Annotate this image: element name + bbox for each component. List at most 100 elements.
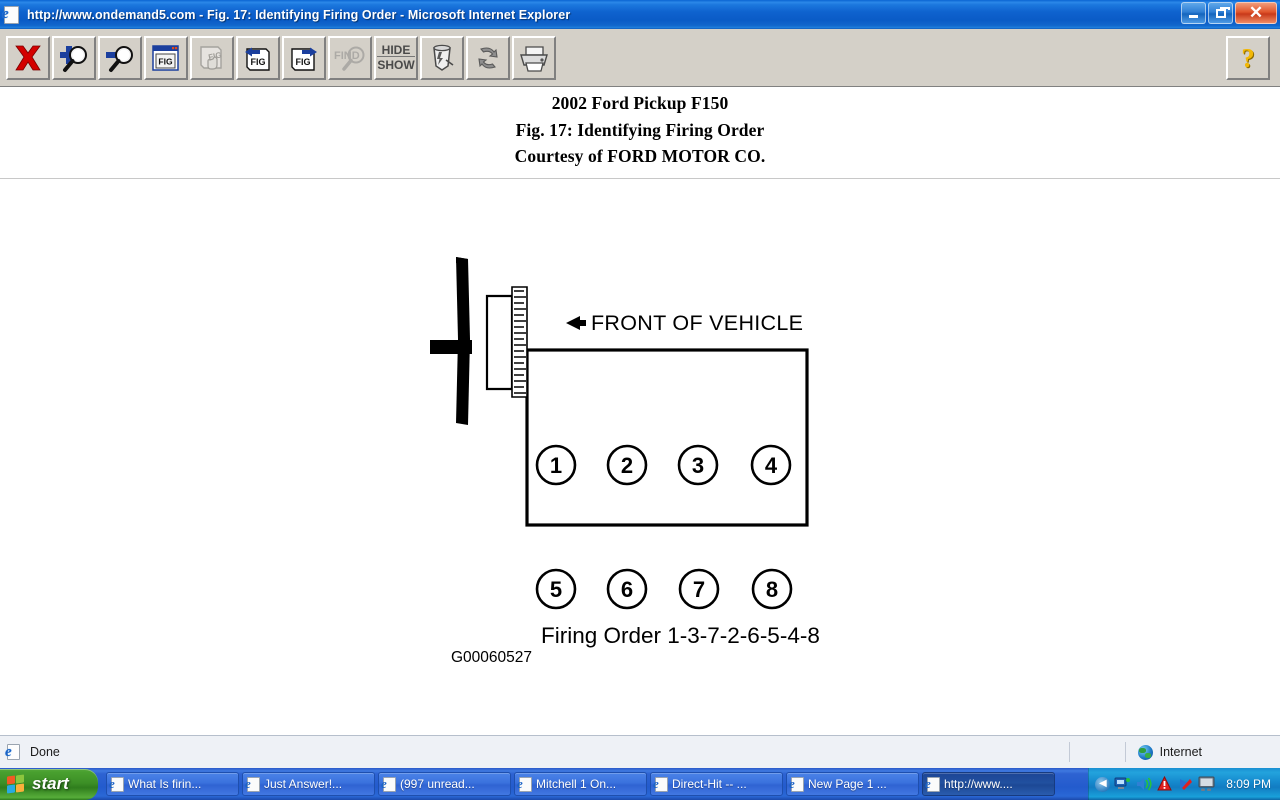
fig-next-button[interactable]: FIG (282, 35, 326, 80)
windows-flag-icon (7, 774, 26, 793)
ie-document-icon (517, 776, 532, 792)
restore-button[interactable] (1208, 2, 1233, 24)
find-magnifier-icon: FIND (334, 46, 365, 71)
figure-header: 2002 Ford Pickup F150 Fig. 17: Identifyi… (0, 87, 1280, 170)
vehicle-title: 2002 Ford Pickup F150 (551, 93, 729, 113)
red-x-icon (15, 45, 41, 70)
close-button[interactable]: ✕ (1235, 2, 1277, 24)
ie-document-icon (245, 776, 260, 792)
pulley-housing (485, 294, 514, 390)
taskbar-button[interactable]: (997 unread... (378, 772, 511, 796)
cylinder-number: 2 (621, 453, 633, 478)
restore-icon (1215, 6, 1230, 18)
fig-window-icon: FIG (152, 44, 179, 71)
show-label: SHOW (377, 58, 415, 72)
svg-text:FIG: FIG (251, 57, 266, 67)
taskbar: start What Is firin... Just Answer!... (99… (0, 768, 1280, 800)
internet-explorer-window: http://www.ondemand5.com - Fig. 17: Iden… (0, 0, 1280, 800)
security-zone-text: Internet (1159, 745, 1202, 759)
taskbar-button-label: Just Answer!... (264, 777, 343, 791)
status-zone-cell[interactable]: Internet (1068, 736, 1280, 768)
taskbar-button-label: Direct-Hit -- ... (672, 777, 747, 791)
messenger-icon (1180, 779, 1193, 790)
question-mark-icon: ? (1241, 43, 1255, 73)
ie-document-icon (653, 776, 668, 792)
window-controls: ✕ (1181, 2, 1277, 24)
taskbar-button[interactable]: New Page 1 ... (786, 772, 919, 796)
taskbar-button[interactable]: What Is firin... (106, 772, 239, 796)
ie-document-icon (109, 776, 124, 792)
front-of-vehicle-label: FRONT OF VEHICLE (591, 311, 803, 335)
ie-document-icon (2, 5, 22, 24)
close-x-button[interactable] (6, 35, 50, 80)
figure-title: Fig. 17: Identifying Firing Order (515, 119, 765, 140)
taskbar-button[interactable]: Mitchell 1 On... (514, 772, 647, 796)
globe-icon (1137, 744, 1153, 760)
chevron-left-icon[interactable]: ◀ (1095, 776, 1111, 792)
fig-window-button[interactable]: FIG (144, 35, 188, 80)
fig-back-arrow-icon: FIG (245, 47, 270, 71)
paint-bucket-icon (433, 44, 454, 71)
paint-bucket-button[interactable] (420, 35, 464, 80)
svg-text:FIG: FIG (296, 57, 311, 67)
taskbar-button-label: What Is firin... (128, 777, 202, 791)
refresh-button[interactable] (466, 35, 510, 80)
magnifier-plus-icon (60, 45, 87, 72)
document-viewport: 2002 Ford Pickup F150 Fig. 17: Identifyi… (0, 87, 1280, 735)
ie-document-icon (789, 776, 804, 792)
network-monitor-icon (1114, 777, 1131, 789)
zoom-out-button[interactable] (98, 35, 142, 80)
cylinder-number: 5 (550, 577, 562, 602)
status-bar: Done Internet (0, 735, 1280, 768)
fig-hand-icon: FIG (200, 45, 222, 70)
printer-icon (520, 45, 548, 72)
taskbar-button[interactable]: http://www.... (922, 772, 1055, 796)
volume-icon (1137, 777, 1152, 791)
viewer-toolbar: FIG FIG FIG FIG FIND HIDE SHOW ? (0, 29, 1280, 87)
find-button: FIND (328, 35, 372, 80)
hide-label: HIDE (377, 44, 415, 57)
cylinder-number: 8 (766, 577, 778, 602)
ie-document-icon (5, 743, 23, 761)
status-text: Done (30, 745, 60, 759)
zoom-in-button[interactable] (52, 35, 96, 80)
part-number-label: G00060527 (451, 649, 532, 666)
refresh-arrows-icon (478, 46, 498, 69)
close-icon: ✕ (1248, 3, 1264, 22)
display-icon (1198, 776, 1215, 791)
cylinder-number: 1 (550, 453, 562, 478)
taskbar-button-label: http://www.... (944, 777, 1013, 791)
firing-order-diagram: FRONT OF VEHICLE 1 2 3 4 5 6 7 8 Firing … (0, 179, 1280, 699)
front-of-vehicle-indicator: FRONT OF VEHICLE (566, 311, 803, 335)
taskbar-button[interactable]: Direct-Hit -- ... (650, 772, 783, 796)
courtesy-line: Courtesy of FORD MOTOR CO. (514, 146, 766, 166)
engine-diagram-svg: FRONT OF VEHICLE 1 2 3 4 5 6 7 8 Firing … (430, 256, 820, 666)
title-bar: http://www.ondemand5.com - Fig. 17: Iden… (0, 0, 1280, 30)
svg-text:FIND: FIND (334, 50, 360, 62)
help-button[interactable]: ? (1226, 36, 1270, 80)
start-button[interactable]: start (0, 768, 98, 800)
cylinder-number: 4 (765, 453, 778, 478)
print-button[interactable] (512, 35, 556, 80)
taskbar-button-label: Mitchell 1 On... (536, 777, 617, 791)
taskbar-button[interactable]: Just Answer!... (242, 772, 375, 796)
antivirus-icon (1157, 776, 1173, 791)
cylinder-number: 3 (692, 453, 704, 478)
engine-block-outline (525, 347, 809, 527)
taskbar-buttons: What Is firin... Just Answer!... (997 unre… (106, 772, 1055, 796)
ie-document-icon (925, 776, 940, 792)
cylinder-number: 7 (693, 577, 705, 602)
clock[interactable]: 8:09 PM (1226, 777, 1271, 791)
hide-show-button[interactable]: HIDE SHOW (374, 35, 418, 80)
ie-document-icon (381, 776, 396, 792)
minimize-button[interactable] (1181, 2, 1206, 24)
status-message-cell: Done (0, 736, 60, 768)
cylinders-bottom-row: 5 6 7 8 (535, 568, 793, 609)
taskbar-button-label: (997 unread... (400, 777, 475, 791)
svg-text:FIG: FIG (158, 56, 173, 66)
minimize-icon (1189, 15, 1198, 18)
fig-previous-button[interactable]: FIG (236, 35, 280, 80)
firing-order-label: Firing Order 1-3-7-2-6-5-4-8 (541, 623, 820, 648)
fig-drag-button: FIG (190, 35, 234, 80)
status-divider (1068, 742, 1070, 762)
